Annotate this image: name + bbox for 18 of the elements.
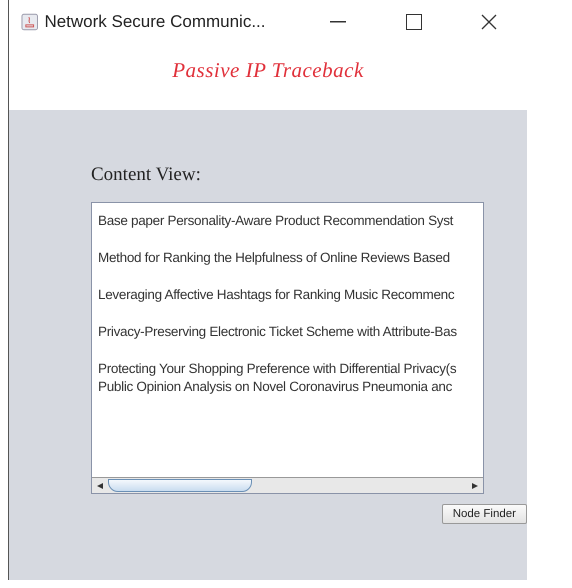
scrollbar-thumb[interactable] — [108, 479, 252, 492]
content-line: Privacy-Preserving Electronic Ticket Scheme with Attribute-Bas — [98, 324, 458, 339]
content-line: Protecting Your Shopping Preference with Differential Privacy(s — [98, 361, 458, 376]
content-line: Method for Ranking the Helpfulness of Online Reviews Based — [98, 250, 451, 265]
maximize-icon[interactable] — [406, 14, 422, 30]
left-arrow-icon[interactable] — [97, 482, 103, 488]
content-text-area[interactable] — [91, 202, 484, 494]
content-line: Leveraging Affective Hashtags for Ranking Music Recommenc — [98, 287, 456, 302]
minimize-icon[interactable] — [330, 21, 346, 23]
content-line: Base paper Personality-Aware Product Recommendation Syst — [98, 213, 454, 228]
close-icon[interactable] — [481, 14, 498, 30]
content-view-label: Content View: — [91, 164, 202, 186]
content-line: Public Opinion Analysis on Novel Coronavirus Pneumonia anc — [98, 379, 454, 394]
window-title: Network Secure Communic... — [44, 12, 267, 32]
node-finder-button[interactable]: Node Finder — [442, 504, 527, 524]
horizontal-scrollbar[interactable] — [92, 477, 483, 493]
app-heading: Passive IP Traceback — [172, 58, 364, 83]
right-arrow-icon[interactable] — [472, 482, 478, 488]
